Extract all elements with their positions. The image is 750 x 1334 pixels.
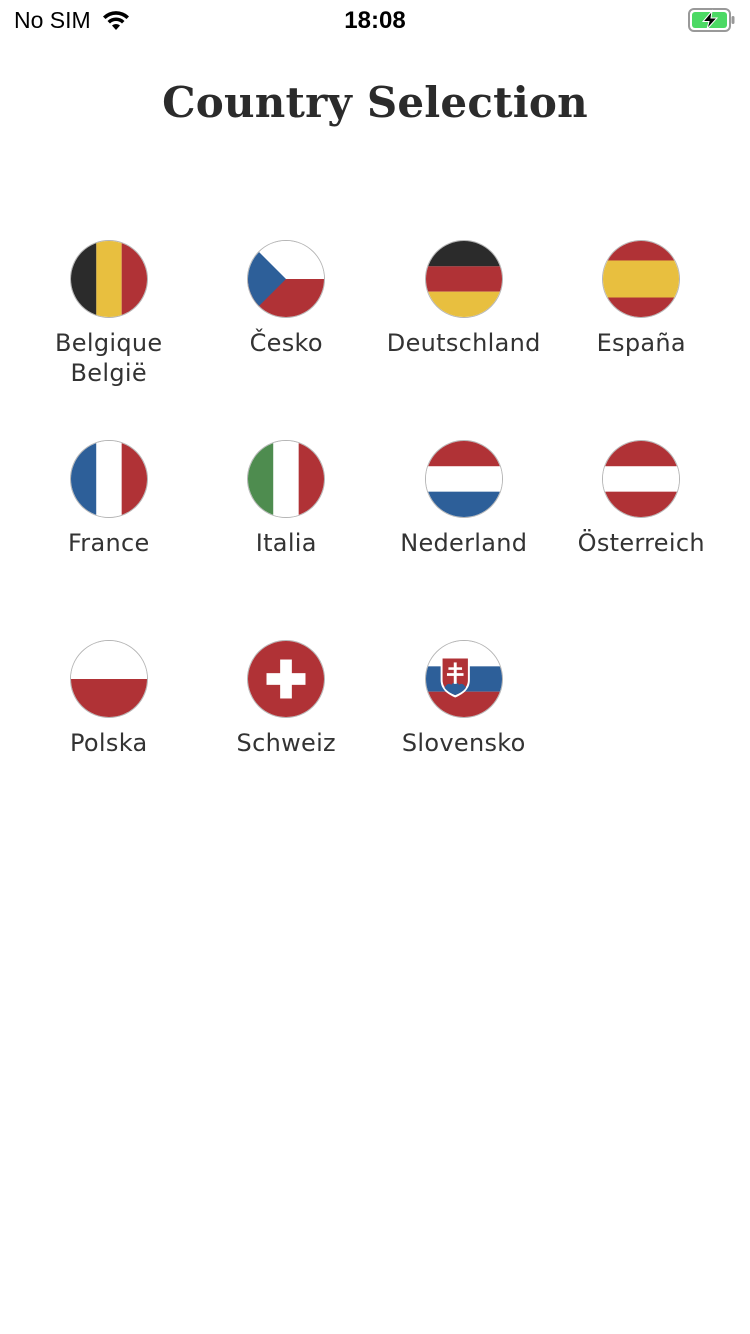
country-austria[interactable]: Österreich — [553, 440, 731, 640]
country-belgium[interactable]: Belgique België — [20, 240, 198, 440]
czech-flag-icon — [247, 240, 326, 318]
country-label: Österreich — [577, 529, 705, 557]
country-switzerland[interactable]: Schweiz — [198, 640, 376, 840]
country-label: Deutschland — [386, 329, 541, 357]
country-label: Slovensko — [401, 729, 526, 757]
country-spain[interactable]: España — [553, 240, 731, 440]
country-label: Italia — [255, 529, 317, 557]
country-germany[interactable]: Deutschland — [375, 240, 553, 440]
slovakia-flag-icon — [424, 640, 503, 718]
country-label: Schweiz — [236, 729, 336, 757]
country-italy[interactable]: Italia — [198, 440, 376, 640]
battery-charging-icon — [688, 8, 735, 32]
country-grid: Belgique België Česko Deutschland España… — [20, 240, 730, 840]
country-label: Belgique België — [55, 329, 163, 387]
netherlands-flag-icon — [424, 440, 503, 518]
austria-flag-icon — [602, 440, 681, 518]
country-label: Nederland — [400, 529, 528, 557]
france-flag-icon — [69, 440, 148, 518]
country-label: Polska — [70, 729, 148, 757]
country-selection-screen: No SIM 18:08 Country Selection Belgique … — [0, 0, 750, 1334]
switzerland-flag-icon — [247, 640, 326, 718]
status-time: 18:08 — [344, 7, 406, 34]
country-label: España — [596, 329, 686, 357]
germany-flag-icon — [424, 240, 503, 318]
italy-flag-icon — [247, 440, 326, 518]
country-netherlands[interactable]: Nederland — [375, 440, 553, 640]
country-label: France — [67, 529, 150, 557]
spain-flag-icon — [602, 240, 681, 318]
belgium-flag-icon — [69, 240, 148, 318]
country-label: Česko — [249, 329, 323, 357]
status-bar: No SIM 18:08 — [0, 0, 750, 40]
country-france[interactable]: France — [20, 440, 198, 640]
country-czechia[interactable]: Česko — [198, 240, 376, 440]
poland-flag-icon — [69, 640, 148, 718]
country-slovakia[interactable]: Slovensko — [375, 640, 553, 840]
country-poland[interactable]: Polska — [20, 640, 198, 840]
page-title: Country Selection — [162, 78, 588, 127]
